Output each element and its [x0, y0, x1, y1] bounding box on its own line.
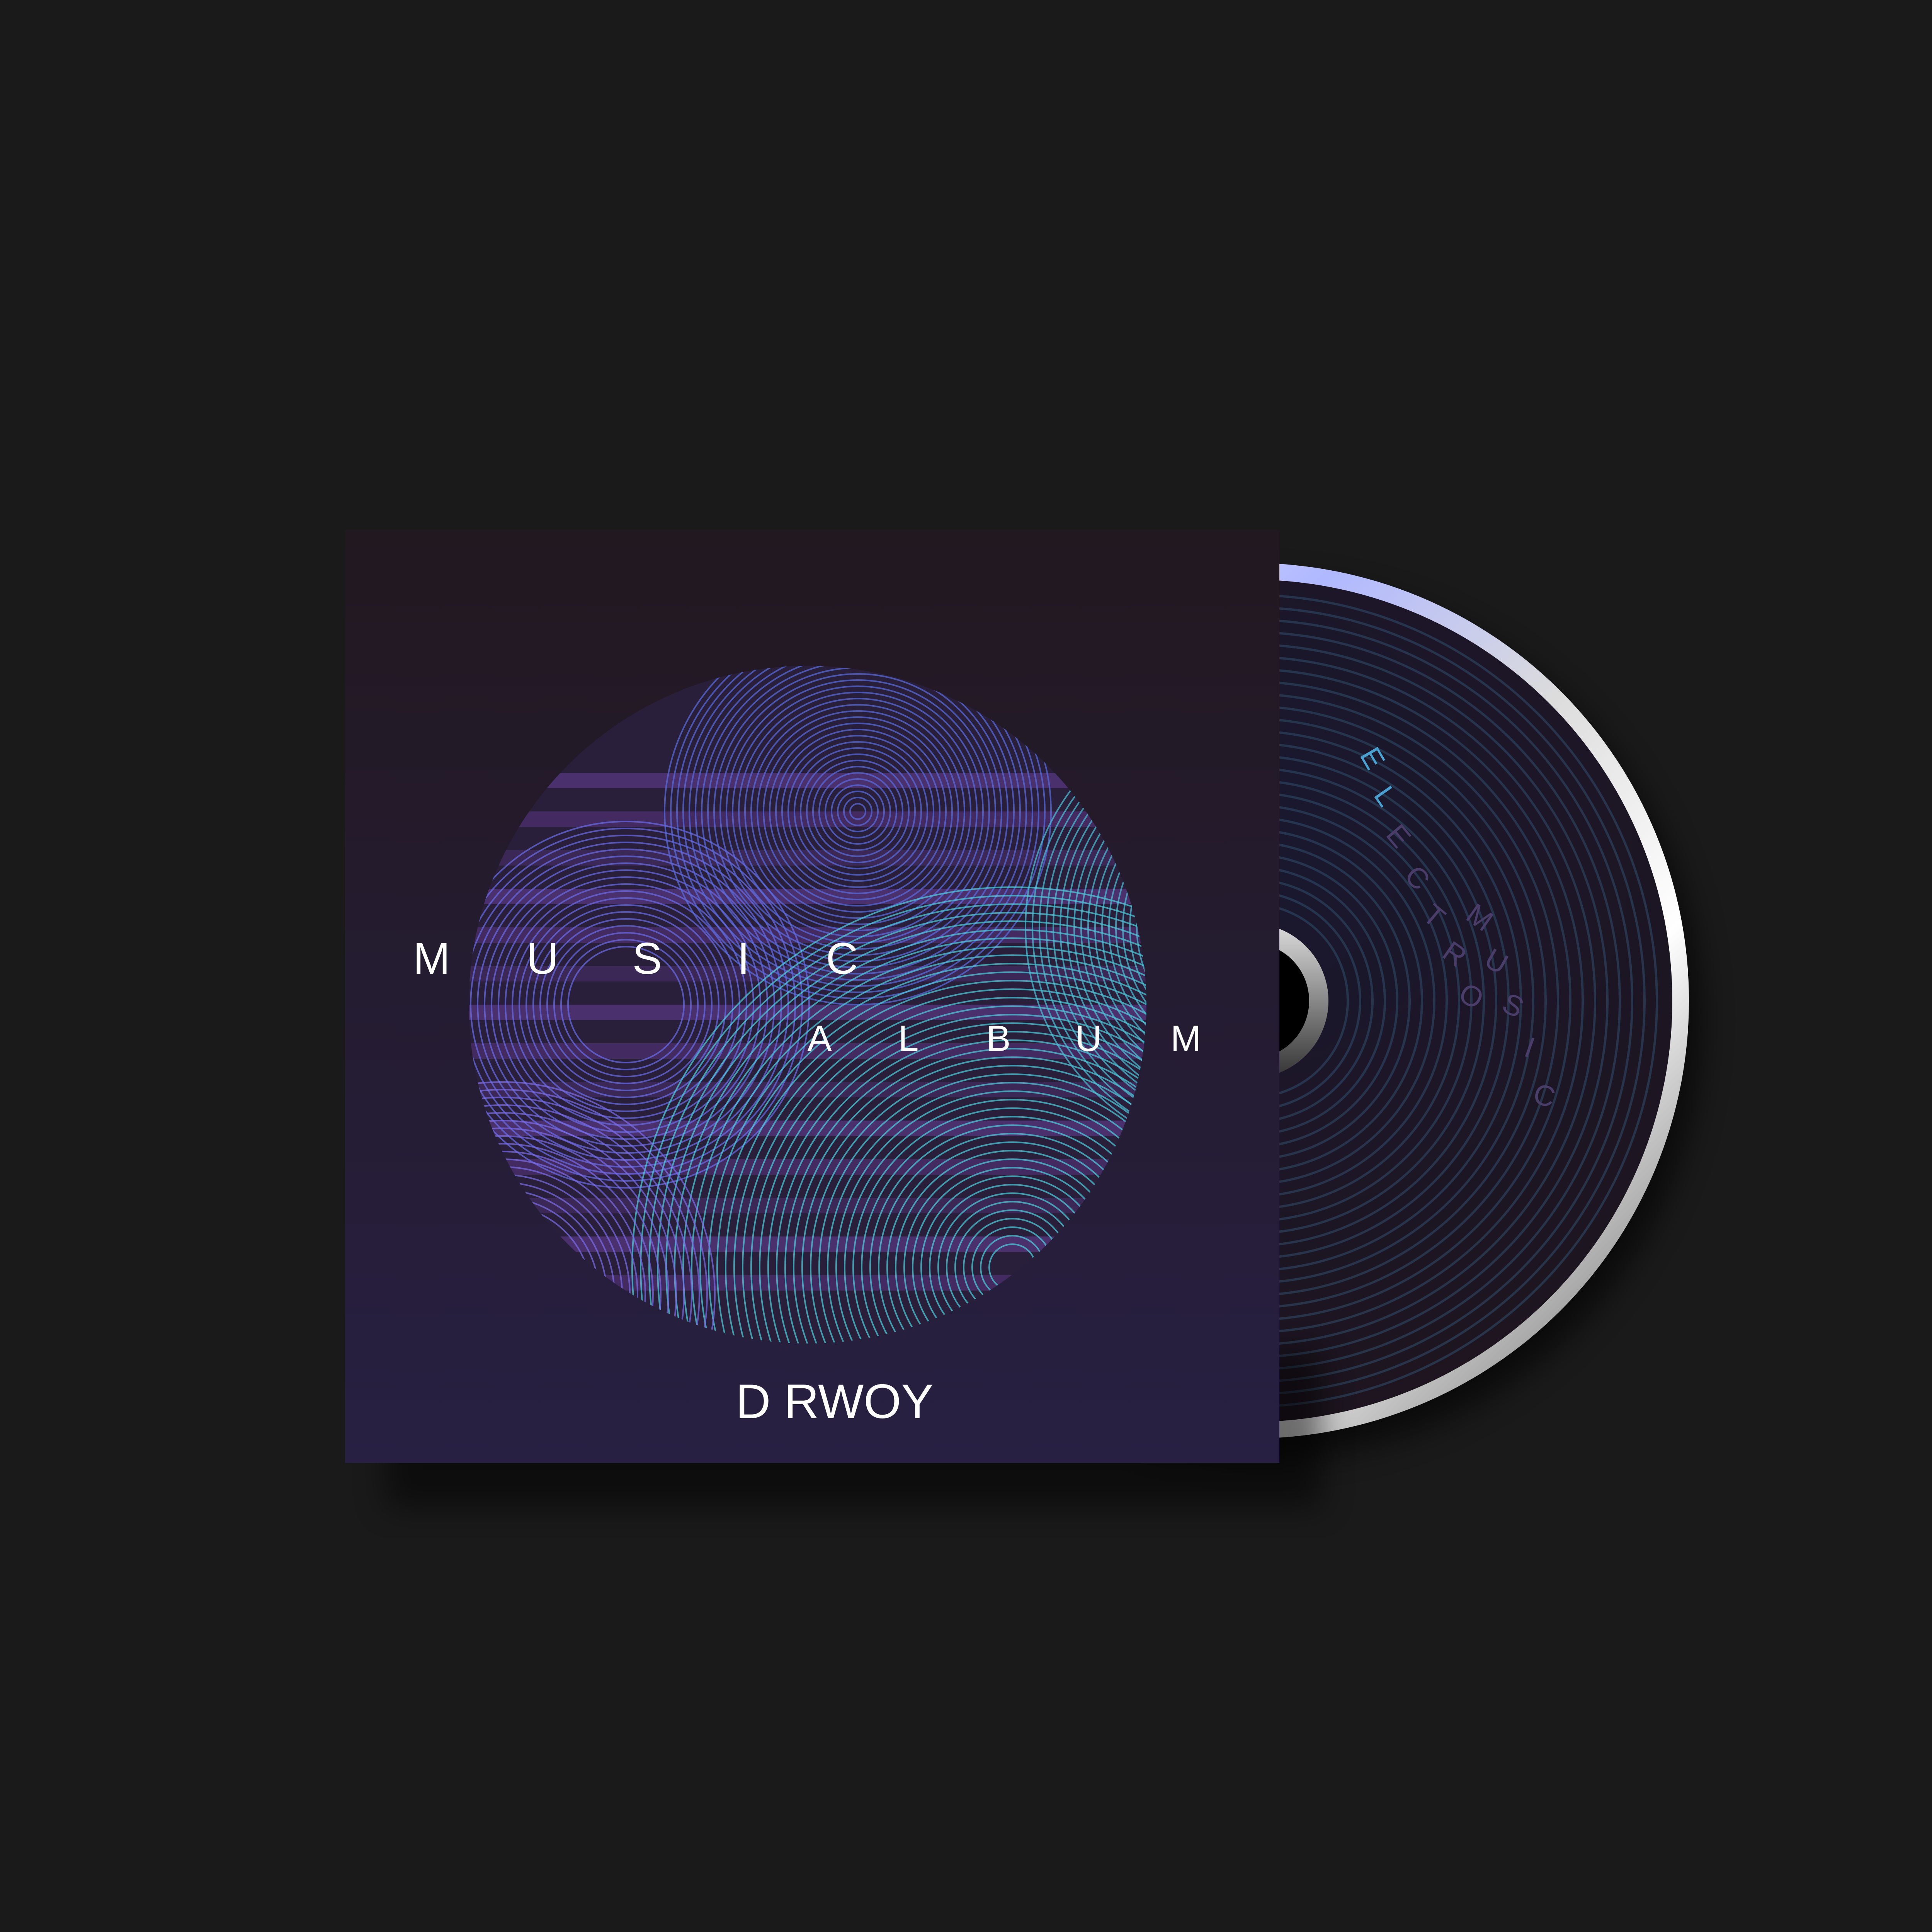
title-letter: A	[807, 1018, 832, 1059]
title-letter: S	[633, 934, 662, 983]
title-letter: M	[413, 934, 450, 983]
title-letter: M	[1170, 1018, 1201, 1059]
title-letter: U	[1075, 1018, 1102, 1059]
artist-name: D RWOY	[736, 1375, 934, 1429]
album-artwork: ELECTROMUSIC MUSIC ALBUM D RWOY	[345, 530, 1701, 1507]
title-letter: I	[737, 934, 750, 983]
title-letter: C	[826, 934, 858, 983]
title-letter: U	[526, 934, 558, 983]
album-mockup: ELECTROMUSIC MUSIC ALBUM D RWOY	[0, 0, 1932, 1932]
title-letter: L	[898, 1018, 919, 1059]
title-letter: B	[986, 1018, 1010, 1059]
